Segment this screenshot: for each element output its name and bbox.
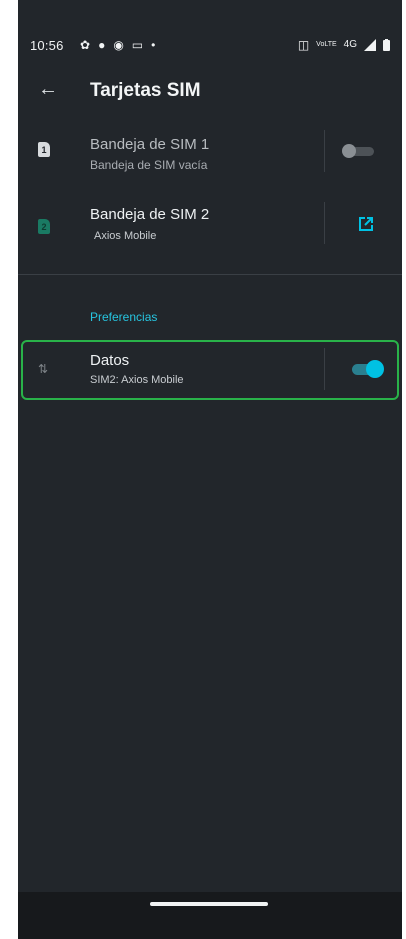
- dot-icon: •: [151, 38, 156, 52]
- motorola-icon: ◉: [113, 38, 124, 52]
- sim-slot-2-row[interactable]: 2 Bandeja de SIM 2 Axios Mobile: [18, 202, 402, 252]
- sim-slot-1-title: Bandeja de SIM 1: [90, 136, 210, 153]
- section-divider: [18, 274, 402, 275]
- volte-icon: VoLTE: [316, 41, 337, 48]
- sim-card-icon: 2: [38, 219, 50, 234]
- divider: [324, 348, 325, 390]
- battery-icon: [383, 39, 390, 51]
- toggle-thumb: [366, 360, 384, 378]
- home-gesture-handle[interactable]: [150, 902, 268, 906]
- sim-slot-1-toggle[interactable]: [342, 144, 376, 158]
- phone-screen: 10:56 ✿ ● ◉ ▭ • ◫ VoLTE 4G ← Tarjetas SI…: [18, 0, 402, 939]
- status-left-icons: ✿ ● ◉ ▭ •: [80, 38, 155, 52]
- sim-slot-number: 2: [41, 221, 47, 232]
- data-subtitle: SIM2: Axios Mobile: [90, 374, 184, 386]
- sim-slot-number: 1: [41, 144, 47, 155]
- sim-slot-2-title: Bandeja de SIM 2: [90, 206, 210, 223]
- sim-slot-1-row[interactable]: 1 Bandeja de SIM 1 Bandeja de SIM vacía: [18, 130, 402, 180]
- status-right-icons: ◫ VoLTE 4G: [298, 38, 390, 52]
- app-icon: ●: [98, 38, 106, 52]
- 4g-label: 4G: [343, 39, 357, 50]
- sim-slot-2-subtitle: Axios Mobile: [94, 230, 157, 242]
- cast-icon: ▭: [131, 38, 144, 52]
- data-toggle[interactable]: [352, 360, 386, 378]
- signal-icon: [364, 39, 376, 51]
- back-arrow-icon[interactable]: ←: [38, 78, 58, 101]
- preferences-header: Preferencias: [90, 310, 158, 324]
- gear-icon: ✿: [80, 38, 91, 52]
- divider: [324, 130, 325, 172]
- status-bar: 10:56 ✿ ● ◉ ▭ • ◫ VoLTE 4G: [18, 36, 402, 56]
- data-preference-row[interactable]: Datos SIM2: Axios Mobile: [18, 348, 402, 394]
- sim-card-icon: 1: [38, 142, 50, 157]
- data-title: Datos: [90, 352, 130, 369]
- app-bar: ← Tarjetas SIM: [18, 76, 402, 106]
- open-in-new-icon[interactable]: [358, 216, 374, 232]
- page-title: Tarjetas SIM: [90, 80, 201, 101]
- toggle-thumb: [342, 144, 356, 158]
- sim-slot-1-subtitle: Bandeja de SIM vacía: [90, 158, 208, 172]
- status-time: 10:56: [30, 38, 64, 53]
- vibrate-icon: ◫: [297, 38, 310, 52]
- navigation-bar: [18, 892, 402, 939]
- divider: [324, 202, 325, 244]
